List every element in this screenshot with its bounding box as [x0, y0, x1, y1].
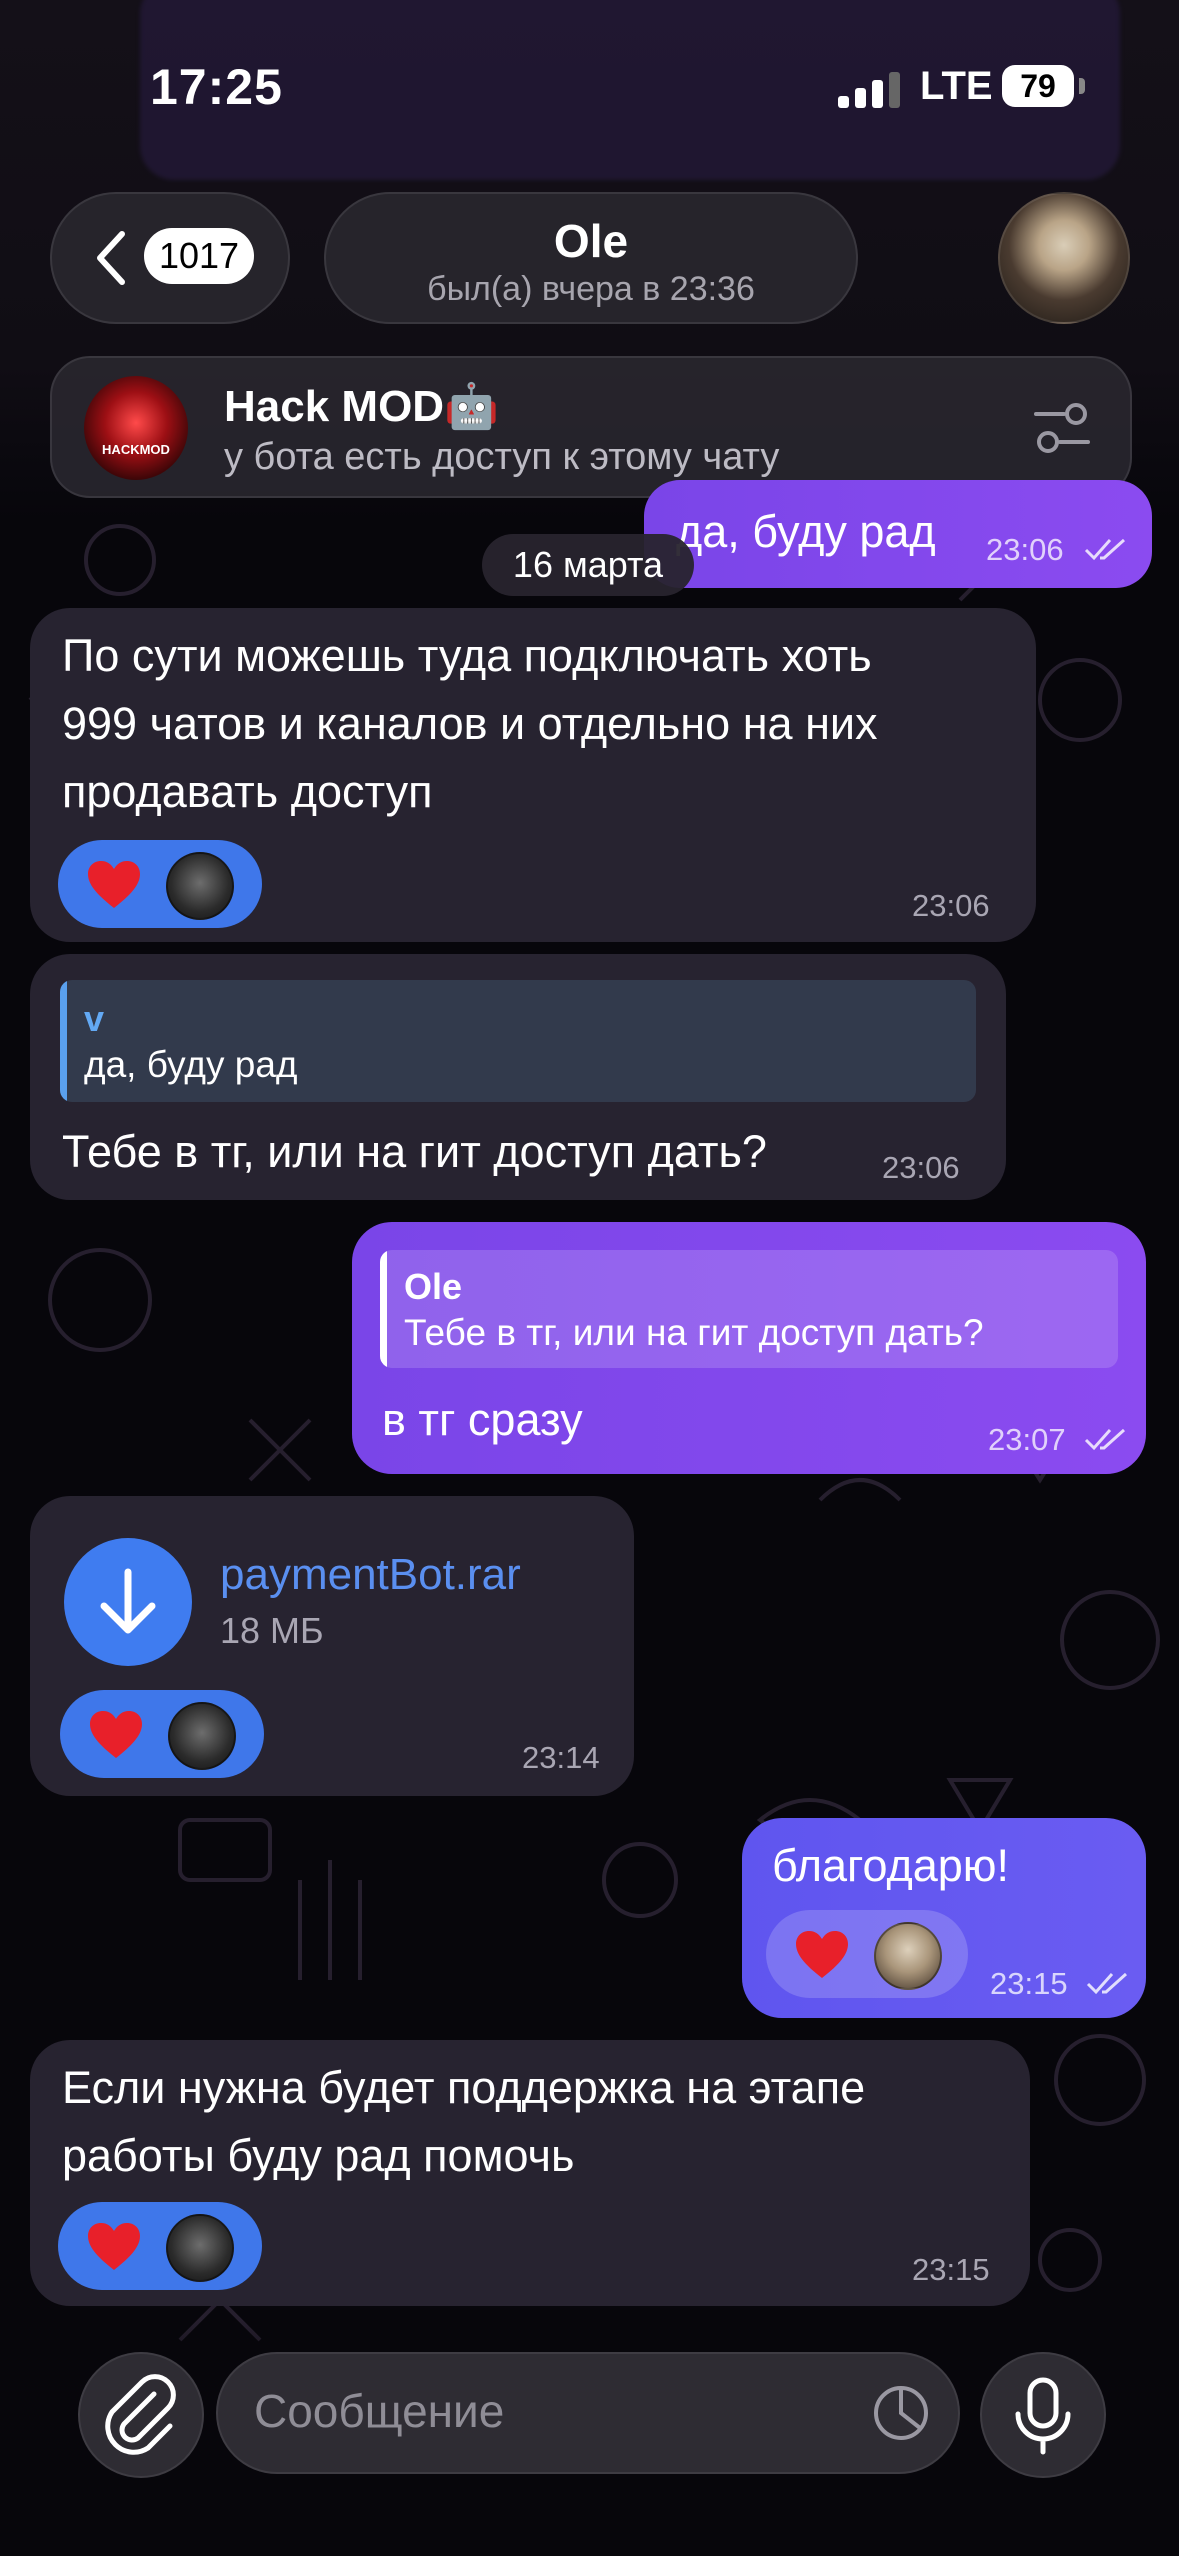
message-out[interactable]: благодарю! 23:15	[742, 1818, 1146, 2018]
chat-name: Ole	[553, 215, 629, 267]
file-name-link[interactable]: paymentBot.rar	[220, 1550, 521, 1600]
bot-name: Hack MOD🤖	[224, 382, 499, 431]
paperclip-icon	[105, 2374, 176, 2455]
battery-icon: 79	[1002, 65, 1074, 107]
download-button[interactable]	[64, 1538, 192, 1666]
reply-quote[interactable]: Ole Тебе в тг, или на гит доступ дать?	[380, 1250, 1118, 1368]
message-time: 23:06	[882, 1150, 960, 1185]
message-text: По сути можешь туда подключать хоть 999 …	[62, 630, 878, 817]
reply-quote-bar	[380, 1250, 387, 1368]
bot-settings-icon[interactable]	[1030, 396, 1094, 460]
reply-text: Тебе в тг, или на гит доступ дать?	[404, 1312, 984, 1353]
message-text: Тебе в тг, или на гит доступ дать?	[62, 1126, 767, 1177]
attach-button[interactable]	[78, 2352, 204, 2478]
message-in[interactable]: Если нужна будет поддержка на этапе рабо…	[30, 2040, 1030, 2306]
reactor-avatar	[874, 1922, 942, 1990]
message-in[interactable]: По сути можешь туда подключать хоть 999 …	[30, 608, 1036, 942]
reactor-avatar	[166, 852, 234, 920]
reply-quote-bar	[60, 980, 67, 1102]
reply-author: Ole	[404, 1266, 463, 1307]
message-input[interactable]: Сообщение	[216, 2352, 960, 2474]
reactor-avatar	[166, 2214, 234, 2282]
heart-reaction-icon	[88, 2223, 140, 2270]
message-time: 23:14	[522, 1740, 600, 1775]
message-out[interactable]: да, буду рад 23:06	[644, 480, 1152, 588]
reply-author: v	[84, 998, 105, 1039]
message-in[interactable]: v да, буду рад Тебе в тг, или на гит дос…	[30, 954, 1006, 1200]
message-text: в тг сразу	[382, 1394, 583, 1445]
bot-access-notice: у бота есть доступ к этому чату	[224, 436, 780, 478]
microphone-icon	[1015, 2377, 1071, 2455]
sticker-icon[interactable]	[870, 2382, 932, 2444]
message-input-placeholder: Сообщение	[254, 2385, 505, 2437]
back-button[interactable]: 1017	[50, 192, 290, 324]
message-time: 23:15	[912, 2252, 990, 2287]
network-type: LTE	[920, 64, 993, 108]
voice-record-button[interactable]	[980, 2352, 1106, 2478]
message-time: 23:06	[986, 532, 1064, 567]
heart-reaction-icon	[88, 861, 140, 908]
reaction-chip[interactable]	[766, 1910, 968, 1998]
battery-tip	[1079, 78, 1085, 94]
message-time: 23:06	[912, 888, 990, 923]
message-out[interactable]: Ole Тебе в тг, или на гит доступ дать? в…	[352, 1222, 1146, 1474]
chat-title-button[interactable]: Ole был(а) вчера в 23:36	[324, 192, 858, 324]
contact-avatar[interactable]	[998, 192, 1130, 324]
message-text: благодарю!	[772, 1840, 1010, 1891]
heart-reaction-icon	[90, 1711, 142, 1758]
reaction-chip[interactable]	[58, 2202, 262, 2290]
bot-banner[interactable]: HACKMOD Hack MOD🤖 у бота есть доступ к э…	[50, 356, 1132, 498]
reply-text: да, буду рад	[84, 1044, 298, 1085]
chevron-left-icon	[97, 231, 125, 285]
download-arrow-icon	[100, 1568, 156, 1634]
reaction-chip[interactable]	[58, 840, 262, 928]
reactor-avatar	[168, 1702, 236, 1770]
message-time: 23:07	[988, 1422, 1066, 1457]
message-time: 23:15	[990, 1966, 1068, 2001]
bot-avatar: HACKMOD	[84, 376, 188, 480]
bot-logo-text: HACKMOD	[102, 442, 170, 457]
read-checks-icon	[1086, 1972, 1128, 1995]
file-size: 18 МБ	[220, 1610, 324, 1651]
status-time: 17:25	[150, 59, 283, 115]
reply-quote[interactable]: v да, буду рад	[60, 980, 976, 1102]
date-separator: 16 марта	[482, 534, 694, 596]
message-text: Если нужна будет поддержка на этапе рабо…	[62, 2062, 866, 2181]
read-checks-icon	[1084, 538, 1126, 561]
last-seen-status: был(а) вчера в 23:36	[427, 270, 755, 308]
reaction-chip[interactable]	[60, 1690, 264, 1778]
heart-reaction-icon	[796, 1931, 848, 1978]
message-text: да, буду рад	[676, 506, 936, 557]
unread-count-badge: 1017	[144, 228, 254, 284]
read-checks-icon	[1084, 1428, 1126, 1451]
signal-strength-icon	[838, 72, 900, 108]
